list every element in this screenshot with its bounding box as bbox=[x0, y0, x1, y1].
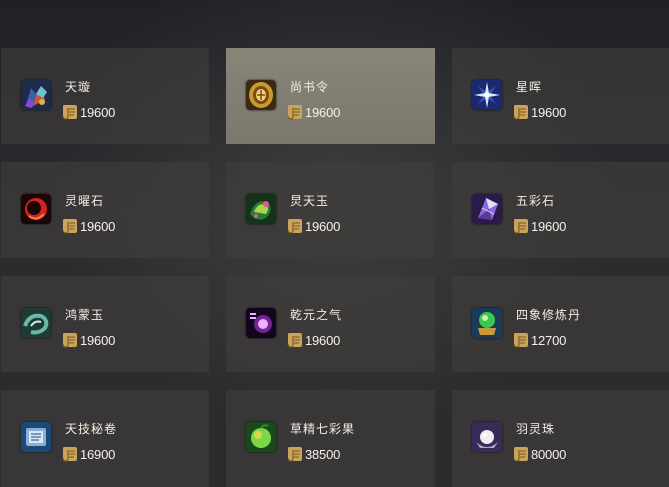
item-price: 19600 bbox=[512, 217, 566, 235]
item-price: 19600 bbox=[512, 103, 566, 121]
item-price: 19600 bbox=[286, 103, 340, 121]
item-name: 天璇 bbox=[65, 80, 92, 94]
item-card[interactable]: 星晖 19600 bbox=[452, 48, 669, 144]
item-price: 19600 bbox=[61, 217, 115, 235]
item-name: 羽灵珠 bbox=[516, 422, 556, 436]
elixir-orb-icon bbox=[472, 308, 502, 338]
item-name: 尚书令 bbox=[290, 80, 330, 94]
item-card[interactable]: 乾元之气 19600 bbox=[226, 276, 435, 372]
item-price-value: 19600 bbox=[80, 218, 116, 234]
item-price-value: 19600 bbox=[531, 218, 567, 234]
item-price: 16900 bbox=[61, 445, 115, 463]
item-price-value: 19600 bbox=[305, 332, 341, 348]
item-name: 四象修炼丹 bbox=[516, 308, 582, 322]
scroll-currency-icon bbox=[513, 333, 528, 348]
scroll-currency-icon bbox=[513, 219, 528, 234]
item-grid: 天璇 19600 尚书令 19600 星晖 19600 灵曜石 19600 炅天… bbox=[0, 0, 669, 487]
item-price-value: 19600 bbox=[531, 104, 567, 120]
item-price-value: 19600 bbox=[305, 218, 341, 234]
scroll-currency-icon bbox=[513, 105, 528, 120]
crimson-orb-icon bbox=[21, 194, 51, 224]
item-price: 19600 bbox=[61, 331, 115, 349]
cyan-swirl-icon bbox=[21, 308, 51, 338]
item-price-value: 38500 bbox=[305, 446, 341, 462]
item-name: 乾元之气 bbox=[290, 308, 343, 322]
scroll-currency-icon bbox=[287, 219, 302, 234]
golden-token-icon bbox=[246, 80, 276, 110]
item-price: 12700 bbox=[512, 331, 566, 349]
scroll-currency-icon bbox=[62, 105, 77, 120]
violet-qi-icon bbox=[246, 308, 276, 338]
item-price-value: 16900 bbox=[80, 446, 116, 462]
item-card[interactable]: 炅天玉 19600 bbox=[226, 162, 435, 258]
item-card[interactable]: 四象修炼丹 12700 bbox=[452, 276, 669, 372]
item-card[interactable]: 五彩石 19600 bbox=[452, 162, 669, 258]
item-price-value: 80000 bbox=[531, 446, 567, 462]
scroll-currency-icon bbox=[287, 105, 302, 120]
item-price: 38500 bbox=[286, 445, 340, 463]
item-price-value: 19600 bbox=[305, 104, 341, 120]
rainbow-fruit-icon bbox=[246, 422, 276, 452]
item-card[interactable]: 灵曜石 19600 bbox=[1, 162, 209, 258]
item-price-value: 19600 bbox=[80, 332, 116, 348]
item-card[interactable]: 羽灵珠 80000 bbox=[452, 390, 669, 487]
scroll-currency-icon bbox=[62, 333, 77, 348]
item-name: 炅天玉 bbox=[290, 194, 330, 208]
scroll-currency-icon bbox=[513, 447, 528, 462]
item-card[interactable]: 草精七彩果 38500 bbox=[226, 390, 435, 487]
item-price: 80000 bbox=[512, 445, 566, 463]
scroll-currency-icon bbox=[62, 447, 77, 462]
scroll-book-icon bbox=[21, 422, 51, 452]
item-card[interactable]: 天技秘卷 16900 bbox=[1, 390, 209, 487]
pearl-icon bbox=[472, 422, 502, 452]
item-card-selected[interactable]: 尚书令 19600 bbox=[226, 48, 435, 144]
item-card[interactable]: 鸿蒙玉 19600 bbox=[1, 276, 209, 372]
gem-cluster-icon bbox=[21, 80, 51, 110]
item-price-value: 19600 bbox=[80, 104, 116, 120]
item-price: 19600 bbox=[61, 103, 115, 121]
item-card[interactable]: 天璇 19600 bbox=[1, 48, 209, 144]
star-burst-icon bbox=[472, 80, 502, 110]
scroll-currency-icon bbox=[287, 447, 302, 462]
item-price: 19600 bbox=[286, 331, 340, 349]
prism-stone-icon bbox=[472, 194, 502, 224]
item-name: 天技秘卷 bbox=[65, 422, 118, 436]
item-name: 鸿蒙玉 bbox=[65, 308, 105, 322]
item-name: 草精七彩果 bbox=[290, 422, 356, 436]
scroll-currency-icon bbox=[287, 333, 302, 348]
item-price-value: 12700 bbox=[531, 332, 567, 348]
item-price: 19600 bbox=[286, 217, 340, 235]
item-name: 灵曜石 bbox=[65, 194, 105, 208]
item-name: 星晖 bbox=[516, 80, 543, 94]
jade-dragon-icon bbox=[246, 194, 276, 224]
item-name: 五彩石 bbox=[516, 194, 556, 208]
scroll-currency-icon bbox=[62, 219, 77, 234]
